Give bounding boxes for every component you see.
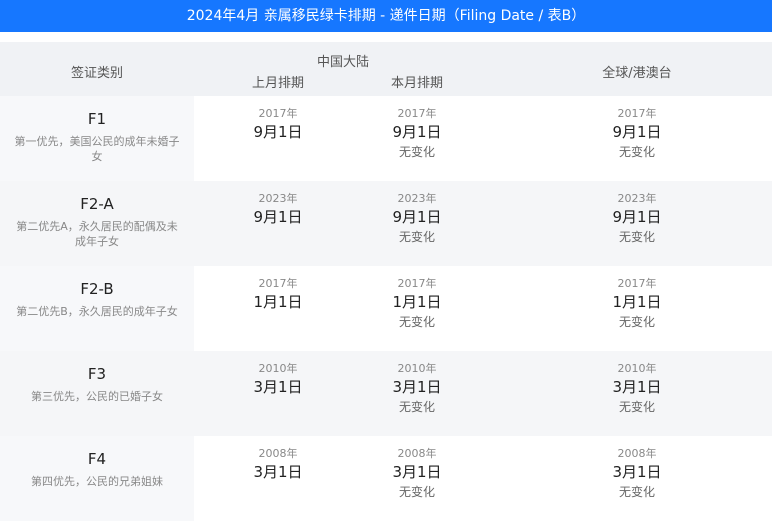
last-month-cell: 2023年 9月1日: [208, 192, 348, 228]
year-text: 2010年: [617, 362, 657, 375]
year-text: 2008年: [397, 447, 437, 460]
year-text: 2017年: [258, 107, 298, 120]
category-desc: 第一优先，美国公民的成年未婚子女: [14, 135, 180, 163]
global-cell: 2008年 3月1日 无变化: [567, 447, 707, 501]
month-day-text: 3月1日: [253, 378, 303, 396]
table-row: F3 第三优先，公民的已婚子女 2010年 3月1日 2010年 3月1日 无变…: [0, 351, 772, 436]
category-cell: F3 第三优先，公民的已婚子女: [0, 351, 194, 436]
this-month-cell: 2017年 1月1日 无变化: [347, 277, 487, 331]
month-day-text: 9月1日: [253, 208, 303, 226]
table-header: 签证类别 中国大陆 上月排期 本月排期 全球/港澳台: [0, 42, 772, 96]
category-code: F2-A: [80, 195, 114, 213]
year-text: 2008年: [617, 447, 657, 460]
change-text: 无变化: [618, 230, 655, 244]
this-month-cell: 2008年 3月1日 无变化: [347, 447, 487, 501]
month-day-text: 1月1日: [392, 293, 442, 311]
month-day-text: 9月1日: [392, 123, 442, 141]
change-text: 无变化: [398, 400, 435, 414]
last-month-cell: 2017年 9月1日: [208, 107, 348, 143]
month-day-text: 9月1日: [392, 208, 442, 226]
last-month-cell: 2008年 3月1日: [208, 447, 348, 483]
category-code: F1: [87, 110, 107, 128]
year-text: 2023年: [617, 192, 657, 205]
year-text: 2008年: [258, 447, 298, 460]
month-day-text: 3月1日: [392, 378, 442, 396]
change-text: 无变化: [618, 400, 655, 414]
this-month-cell: 2010年 3月1日 无变化: [347, 362, 487, 416]
table-row: F1 第一优先，美国公民的成年未婚子女 2017年 9月1日 2017年 9月1…: [0, 96, 772, 181]
change-text: 无变化: [618, 485, 655, 499]
category-code: F2-B: [80, 280, 114, 298]
global-cell: 2010年 3月1日 无变化: [567, 362, 707, 416]
category-cell: F2-B 第二优先B，永久居民的成年子女: [0, 266, 194, 351]
table-row: F4 第四优先，公民的兄弟姐妹 2008年 3月1日 2008年 3月1日 无变…: [0, 436, 772, 521]
year-text: 2017年: [617, 277, 657, 290]
month-day-text: 3月1日: [253, 463, 303, 481]
month-day-text: 3月1日: [392, 463, 442, 481]
month-day-text: 9月1日: [253, 123, 303, 141]
month-day-text: 9月1日: [612, 123, 662, 141]
this-month-cell: 2023年 9月1日 无变化: [347, 192, 487, 246]
this-month-cell: 2017年 9月1日 无变化: [347, 107, 487, 161]
month-day-text: 9月1日: [612, 208, 662, 226]
header-china: 中国大陆: [316, 55, 369, 70]
category-desc: 第三优先，公民的已婚子女: [31, 390, 163, 403]
month-day-text: 1月1日: [612, 293, 662, 311]
last-month-cell: 2010年 3月1日: [208, 362, 348, 398]
global-cell: 2017年 9月1日 无变化: [567, 107, 707, 161]
header-category: 签证类别: [70, 66, 123, 81]
table-row: F2-B 第二优先B，永久居民的成年子女 2017年 1月1日 2017年 1月…: [0, 266, 772, 351]
change-text: 无变化: [618, 315, 655, 329]
category-desc: 第二优先A，永久居民的配偶及未成年子女: [16, 220, 178, 248]
year-text: 2017年: [397, 277, 437, 290]
year-text: 2017年: [397, 107, 437, 120]
category-cell: F4 第四优先，公民的兄弟姐妹: [0, 436, 194, 521]
year-text: 2017年: [617, 107, 657, 120]
month-day-text: 1月1日: [253, 293, 303, 311]
global-cell: 2017年 1月1日 无变化: [567, 277, 707, 331]
year-text: 2023年: [258, 192, 298, 205]
header-this-month: 本月排期: [390, 76, 443, 91]
category-desc: 第二优先B，永久居民的成年子女: [16, 305, 178, 318]
change-text: 无变化: [398, 230, 435, 244]
change-text: 无变化: [618, 145, 655, 159]
global-cell: 2023年 9月1日 无变化: [567, 192, 707, 246]
month-day-text: 3月1日: [612, 463, 662, 481]
header-last-month: 上月排期: [251, 76, 304, 91]
change-text: 无变化: [398, 315, 435, 329]
category-cell: F1 第一优先，美国公民的成年未婚子女: [0, 96, 194, 181]
priority-dates-table: 签证类别 中国大陆 上月排期 本月排期 全球/港澳台 F1 第一优先，美国公民的…: [0, 42, 772, 521]
year-text: 2017年: [258, 277, 298, 290]
year-text: 2010年: [258, 362, 298, 375]
change-text: 无变化: [398, 145, 435, 159]
last-month-cell: 2017年 1月1日: [208, 277, 348, 313]
category-code: F4: [87, 450, 107, 468]
table-row: F2-A 第二优先A，永久居民的配偶及未成年子女 2023年 9月1日 2023…: [0, 181, 772, 266]
change-text: 无变化: [398, 485, 435, 499]
year-text: 2010年: [397, 362, 437, 375]
year-text: 2023年: [397, 192, 437, 205]
category-desc: 第四优先，公民的兄弟姐妹: [31, 475, 163, 488]
page-title: 2024年4月 亲属移民绿卡排期 - 递件日期（Filing Date / 表B…: [0, 0, 772, 32]
header-global: 全球/港澳台: [602, 66, 672, 81]
category-code: F3: [87, 365, 107, 383]
month-day-text: 3月1日: [612, 378, 662, 396]
category-cell: F2-A 第二优先A，永久居民的配偶及未成年子女: [0, 181, 194, 266]
